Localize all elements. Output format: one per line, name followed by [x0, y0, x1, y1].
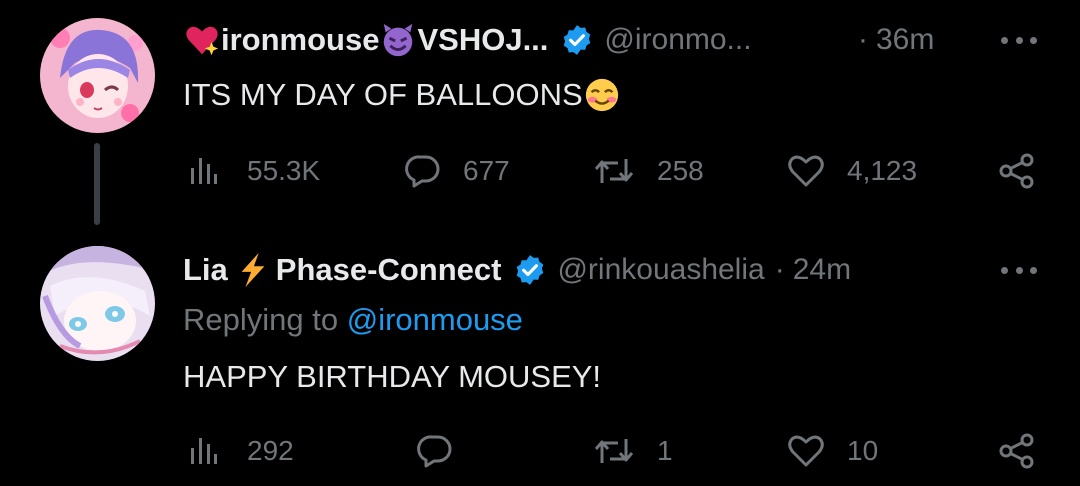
reply-icon	[405, 155, 440, 188]
more-icon[interactable]	[1001, 248, 1037, 292]
display-name[interactable]: Lia	[183, 252, 228, 288]
like-icon	[788, 435, 824, 467]
verified-icon	[513, 253, 547, 287]
reply-button[interactable]: 677	[405, 149, 510, 193]
tweet-text: HAPPY BIRTHDAY MOUSEY!	[183, 355, 601, 399]
tweet-actions: 55.3K 677 258 4,123	[183, 149, 1043, 193]
reply-icon	[417, 435, 452, 468]
reply-button[interactable]	[417, 429, 475, 473]
timestamp[interactable]: 24m	[793, 253, 851, 287]
timestamp-group: · 36m	[858, 18, 934, 62]
avatar[interactable]	[40, 18, 155, 133]
thread-line	[94, 143, 100, 225]
retweet-count: 258	[657, 155, 704, 186]
tweet-text: ITS MY DAY OF BALLOONS	[183, 73, 621, 117]
retweet-count: 1	[657, 435, 673, 466]
retweet-icon	[594, 439, 634, 463]
tweet-text-content: ITS MY DAY OF BALLOONS	[183, 77, 583, 112]
share-button[interactable]	[998, 149, 1036, 193]
like-count: 10	[847, 435, 879, 466]
views-icon	[191, 438, 217, 464]
views-count: 292	[247, 435, 294, 466]
display-name-suffix[interactable]: VSHOJ...	[417, 22, 548, 58]
like-button[interactable]: 10	[787, 429, 878, 473]
like-count: 4,123	[847, 155, 918, 186]
like-button[interactable]: 4,123	[787, 149, 917, 193]
reply-count: 677	[463, 155, 510, 186]
replying-prefix: Replying to	[183, 302, 339, 337]
avatar[interactable]	[40, 246, 155, 361]
tweet[interactable]: Lia Phase-Connect @rinkouashelia · 24m R…	[0, 230, 1080, 486]
more-icon[interactable]	[1001, 18, 1037, 62]
tweet-header: ironmouse VSHOJ... @ironmo...	[183, 18, 752, 62]
retweet-icon	[594, 159, 634, 183]
handle[interactable]: @rinkouashelia	[557, 253, 764, 287]
separator-dot: ·	[858, 23, 868, 56]
tweet-text-content: HAPPY BIRTHDAY MOUSEY!	[183, 359, 602, 394]
lightning-icon	[234, 251, 272, 289]
replying-to: Replying to @ironmouse	[183, 302, 523, 338]
tweet-actions: 292 1 10	[183, 429, 1043, 473]
verified-icon	[560, 23, 594, 57]
tweet[interactable]: ironmouse VSHOJ... @ironmo... · 36m ITS …	[0, 0, 1080, 230]
smiling-devil-icon	[379, 21, 417, 59]
share-button[interactable]	[998, 429, 1036, 473]
display-name-suffix[interactable]: Phase-Connect	[276, 252, 502, 288]
views-count: 55.3K	[247, 155, 321, 186]
mention-link[interactable]: @ironmouse	[347, 302, 523, 337]
share-icon	[999, 153, 1034, 189]
retweet-button[interactable]: 1	[593, 429, 673, 473]
share-icon	[999, 433, 1034, 469]
sparkling-heart-icon	[183, 21, 221, 59]
display-name[interactable]: ironmouse	[221, 22, 379, 58]
timestamp[interactable]: 36m	[876, 23, 934, 57]
views-button[interactable]: 55.3K	[189, 149, 320, 193]
like-icon	[788, 155, 824, 187]
views-button[interactable]: 292	[189, 429, 294, 473]
retweet-button[interactable]: 258	[593, 149, 704, 193]
smiling-face-icon	[583, 76, 621, 114]
tweet-header: Lia Phase-Connect @rinkouashelia · 24m	[183, 248, 851, 292]
views-icon	[191, 158, 217, 184]
separator-dot: ·	[774, 253, 785, 286]
handle[interactable]: @ironmo...	[604, 23, 751, 57]
